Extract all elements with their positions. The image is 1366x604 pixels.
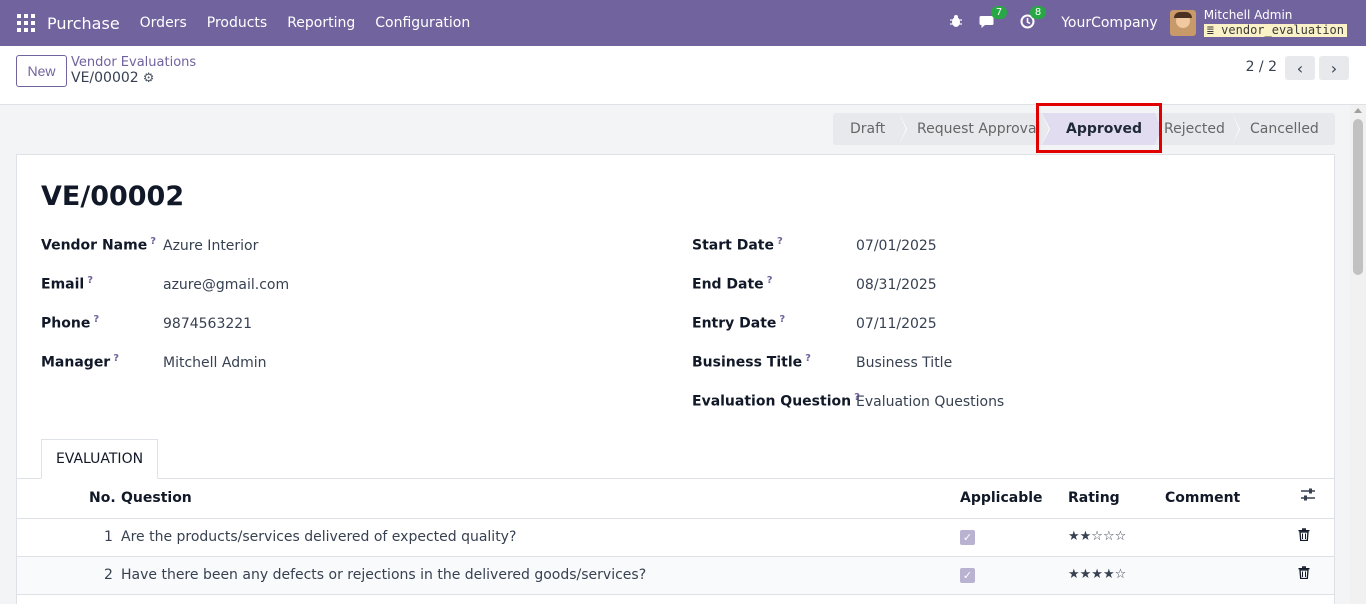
end-date-field[interactable]: 08/31/2025: [856, 277, 937, 293]
optional-columns-icon[interactable]: [1300, 488, 1316, 506]
form-sheet: VE/00002 Vendor Name? Azure Interior Ema…: [16, 154, 1335, 604]
stage-cancelled[interactable]: Cancelled: [1232, 113, 1335, 145]
help-tooltip[interactable]: ?: [87, 275, 93, 286]
activities-icon[interactable]: 8: [1020, 5, 1047, 33]
vendor-name-field[interactable]: Azure Interior: [163, 238, 258, 254]
stage-label: Rejected: [1164, 121, 1225, 137]
bug-icon[interactable]: [949, 14, 963, 32]
scroll-up-arrow-icon[interactable]: [1354, 108, 1362, 113]
chevron-right-icon: ›: [1330, 58, 1338, 78]
stage-label: Draft: [850, 121, 886, 137]
help-tooltip[interactable]: ?: [767, 275, 773, 286]
breadcrumb-current-record: VE/00002 ⚙: [71, 70, 154, 86]
record-title: VE/00002: [41, 181, 185, 212]
scroll-thumb[interactable]: [1353, 119, 1363, 275]
trash-icon[interactable]: [1298, 528, 1310, 545]
menu-reporting[interactable]: Reporting: [287, 15, 355, 31]
start-date-field[interactable]: 07/01/2025: [856, 238, 937, 254]
help-tooltip[interactable]: ?: [113, 353, 119, 364]
stage-label: Request Approval: [917, 121, 1041, 137]
trash-icon[interactable]: [1298, 566, 1310, 583]
row-number: 2: [104, 567, 113, 583]
table-row[interactable]: 1 Are the products/services delivered of…: [17, 519, 1334, 557]
user-menu[interactable]: Mitchell Admin ≣ vendor_evaluation: [1203, 7, 1347, 38]
pager-previous-button[interactable]: ‹: [1285, 56, 1315, 80]
app-name[interactable]: Purchase: [47, 14, 120, 33]
business-title-label: Business Title?: [692, 353, 811, 371]
column-comment[interactable]: Comment: [1165, 490, 1240, 506]
manager-field[interactable]: Mitchell Admin: [163, 355, 267, 371]
evaluation-question-label: Evaluation Question?: [692, 392, 860, 410]
database-name: vendor_evaluation: [1221, 22, 1344, 37]
pager-value[interactable]: 2 / 2: [1246, 59, 1277, 75]
start-date-label: Start Date?: [692, 236, 783, 254]
database-badge: ≣ vendor_evaluation: [1203, 22, 1347, 38]
messages-icon[interactable]: 7: [979, 5, 1008, 33]
entry-date-label: Entry Date?: [692, 314, 786, 332]
applicable-checkbox[interactable]: ✓: [960, 530, 975, 545]
email-field[interactable]: azure@gmail.com: [163, 277, 289, 293]
stage-request-approval[interactable]: Request Approval: [899, 113, 1050, 145]
stage-draft[interactable]: Draft: [833, 113, 907, 145]
table-header: No. Question Applicable Rating Comment: [17, 479, 1334, 519]
top-navbar: Purchase Orders Products Reporting Confi…: [0, 0, 1366, 46]
user-name: Mitchell Admin: [1203, 7, 1293, 22]
column-applicable[interactable]: Applicable: [960, 490, 1043, 506]
table-row[interactable]: 2 Have there been any defects or rejecti…: [17, 557, 1334, 595]
help-tooltip[interactable]: ?: [779, 314, 785, 325]
help-tooltip[interactable]: ?: [150, 236, 156, 247]
entry-date-field[interactable]: 07/11/2025: [856, 316, 937, 332]
help-tooltip[interactable]: ?: [805, 353, 811, 364]
apps-menu-icon[interactable]: [17, 14, 35, 32]
control-panel: New Vendor Evaluations VE/00002 ⚙ 2 / 2 …: [0, 46, 1366, 105]
row-question[interactable]: Have there been any defects or rejection…: [121, 567, 646, 583]
stage-label: Cancelled: [1250, 121, 1319, 137]
approved-highlight-box: [1036, 103, 1162, 153]
menu-products[interactable]: Products: [207, 15, 267, 31]
gear-icon[interactable]: ⚙: [143, 71, 155, 86]
record-reference: VE/00002: [71, 70, 139, 86]
rating-stars[interactable]: ★★★★☆: [1068, 567, 1126, 582]
vendor-name-label: Vendor Name?: [41, 236, 157, 254]
stage-rejected[interactable]: Rejected: [1155, 113, 1240, 145]
applicable-checkbox[interactable]: ✓: [960, 568, 975, 583]
phone-label: Phone?: [41, 314, 100, 332]
activities-badge: 8: [1029, 5, 1047, 19]
email-label: Email?: [41, 275, 94, 293]
new-button[interactable]: New: [16, 55, 67, 87]
database-icon: ≣: [1206, 22, 1214, 37]
company-switcher[interactable]: YourCompany: [1061, 15, 1158, 31]
tab-evaluation[interactable]: EVALUATION: [41, 439, 158, 479]
business-title-field[interactable]: Business Title: [856, 355, 952, 371]
menu-configuration[interactable]: Configuration: [375, 15, 470, 31]
user-avatar[interactable]: [1169, 10, 1196, 36]
manager-label: Manager?: [41, 353, 120, 371]
menu-orders[interactable]: Orders: [140, 15, 187, 31]
column-no[interactable]: No.: [89, 490, 116, 506]
messages-badge: 7: [990, 5, 1008, 19]
column-rating[interactable]: Rating: [1068, 490, 1120, 506]
end-date-label: End Date?: [692, 275, 773, 293]
phone-field[interactable]: 9874563221: [163, 316, 252, 332]
chevron-left-icon: ‹: [1296, 58, 1304, 78]
column-question[interactable]: Question: [121, 490, 192, 506]
help-tooltip[interactable]: ?: [93, 314, 99, 325]
breadcrumb-vendor-evaluations[interactable]: Vendor Evaluations: [71, 55, 196, 70]
page-scrollbar[interactable]: [1350, 105, 1366, 604]
rating-stars[interactable]: ★★☆☆☆: [1068, 529, 1126, 544]
pager-next-button[interactable]: ›: [1319, 56, 1349, 80]
help-tooltip[interactable]: ?: [777, 236, 783, 247]
evaluation-question-field[interactable]: Evaluation Questions: [856, 394, 1004, 410]
row-question[interactable]: Are the products/services delivered of e…: [121, 529, 516, 545]
row-number: 1: [104, 529, 113, 545]
